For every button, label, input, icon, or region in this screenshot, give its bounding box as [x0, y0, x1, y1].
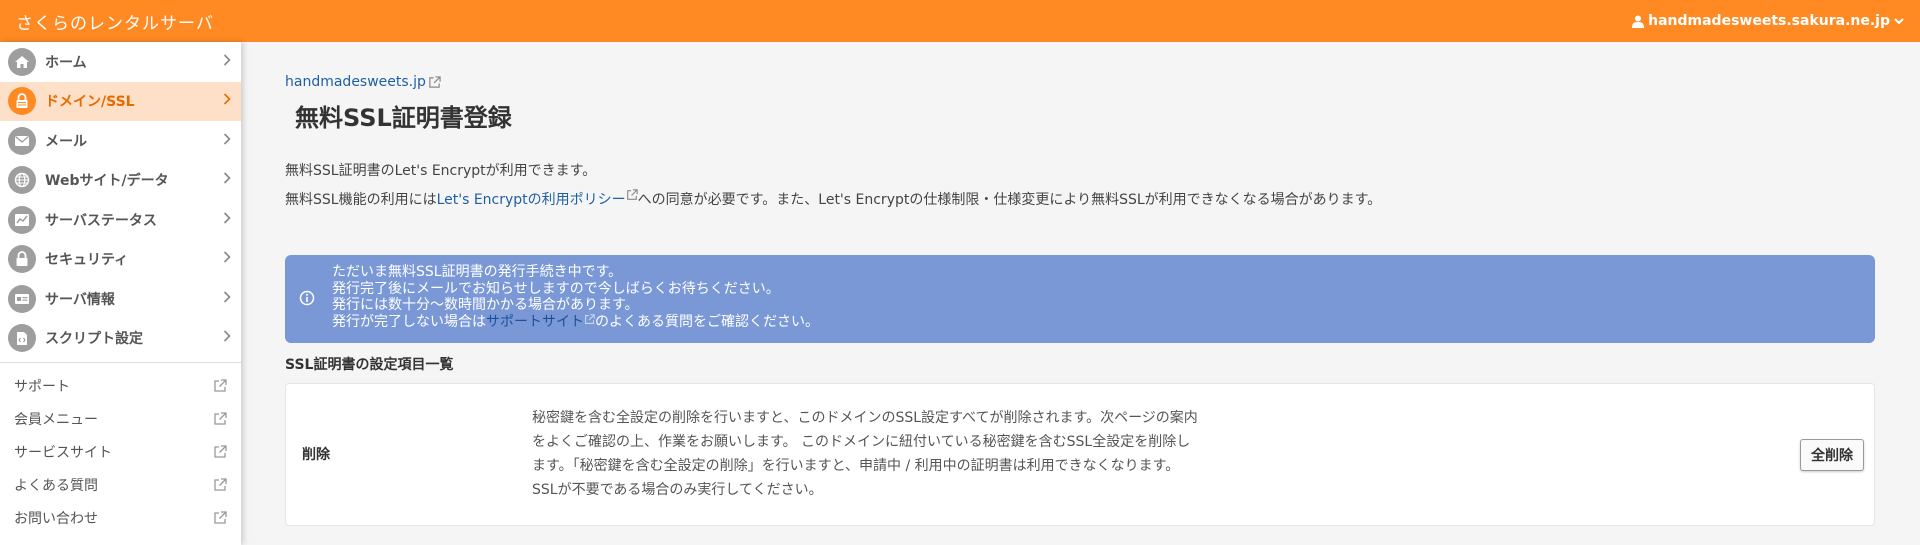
chevron-right-icon: [223, 133, 231, 149]
row-label: 削除: [302, 447, 330, 463]
sidebar-item-mail[interactable]: メール: [0, 121, 241, 161]
domain-link-text: handmadesweets.jp: [285, 74, 426, 90]
sidebar-item-website-data[interactable]: Webサイト/データ: [0, 161, 241, 201]
section-title: SSL証明書の設定項目一覧: [285, 357, 454, 373]
sidebar-item-server-info[interactable]: サーバ情報: [0, 279, 241, 319]
chevron-right-icon: [223, 291, 231, 307]
support-site-link[interactable]: サポートサイト: [486, 314, 584, 330]
sidebar-link-support[interactable]: サポート: [0, 369, 241, 402]
sidebar-item-server-status[interactable]: サーバステータス: [0, 200, 241, 240]
account-name: handmadesweets.sakura.ne.jp: [1648, 13, 1890, 29]
description-line-1: 無料SSL証明書のLet's Encryptが利用できます。: [285, 163, 597, 179]
external-link-icon: [429, 75, 441, 88]
sidebar-item-home[interactable]: ホーム: [0, 42, 241, 82]
policy-link[interactable]: Let's Encryptの利用ポリシー: [437, 192, 626, 208]
chevron-right-icon: [223, 212, 231, 228]
lock-icon: [8, 87, 36, 116]
sidebar-item-label: ドメイン/SSL: [45, 94, 135, 111]
sidebar-item-label: メール: [45, 133, 87, 150]
chevron-right-icon: [223, 330, 231, 346]
notice-line: 発行には数十分〜数時間かかる場合があります。: [332, 297, 639, 313]
notice-text: のよくある質問をご確認ください。: [595, 313, 819, 330]
chevron-right-icon: [223, 172, 231, 188]
sidebar-item-security[interactable]: セキュリティ: [0, 240, 241, 280]
script-icon: [8, 324, 36, 353]
top-header: さくらのレンタルサーバ handmadesweets.sakura.ne.jp: [0, 0, 1920, 42]
description-text: への同意が必要です。また、Let's Encryptの仕様制限・仕様変更により無…: [637, 192, 1382, 208]
external-link-icon: [585, 313, 595, 324]
chevron-down-icon: [1894, 18, 1904, 25]
sidebar-link-label: 会員メニュー: [14, 411, 98, 428]
sidebar-link-label: サービスサイト: [14, 444, 112, 461]
external-link-icon: [214, 411, 227, 425]
info-icon: [299, 290, 315, 306]
chevron-right-icon: [223, 251, 231, 267]
sidebar-item-script-settings[interactable]: スクリプト設定: [0, 319, 241, 359]
sidebar-item-label: セキュリティ: [45, 252, 129, 269]
sidebar-item-domain-ssl[interactable]: ドメイン/SSL: [0, 81, 241, 121]
globe-icon: [8, 166, 36, 195]
chevron-right-icon: [223, 93, 231, 109]
sidebar-link-service-site[interactable]: サービスサイト: [0, 435, 241, 468]
sidebar-link-label: よくある質問: [14, 477, 98, 494]
settings-card: 削除 秘密鍵を含む全設定の削除を行いますと、このドメインのSSL設定すべてが削除…: [285, 383, 1875, 526]
page-title: 無料SSL証明書登録: [295, 104, 512, 132]
sidebar-divider: [0, 362, 241, 363]
user-icon: [1632, 15, 1645, 28]
account-menu[interactable]: handmadesweets.sakura.ne.jp: [1632, 13, 1904, 29]
row-description: 秘密鍵を含む全設定の削除を行いますと、このドメインのSSL設定すべてが削除されま…: [532, 410, 1198, 498]
sidebar-item-label: Webサイト/データ: [45, 173, 169, 190]
mail-icon: [8, 126, 36, 155]
sidebar: ホーム ドメイン/SSL メール Webサイト/データ サーバステータス セキュ: [0, 42, 241, 545]
notice-line: ただいま無料SSL証明書の発行手続き中です。: [332, 264, 623, 280]
description-text: 無料SSL機能の利用には: [285, 192, 437, 208]
external-link-icon: [214, 510, 227, 524]
sidebar-item-label: スクリプト設定: [45, 331, 143, 348]
description-line-2: 無料SSL機能の利用にはLet's Encryptの利用ポリシー への同意が必要で…: [285, 189, 1381, 209]
sidebar-link-label: サポート: [14, 378, 70, 395]
padlock-icon: [8, 245, 36, 274]
sidebar-link-faq[interactable]: よくある質問: [0, 468, 241, 501]
external-link-icon: [214, 378, 227, 392]
chevron-right-icon: [223, 54, 231, 70]
brand-logo[interactable]: さくらのレンタルサーバ: [16, 9, 214, 34]
domain-link[interactable]: handmadesweets.jp: [285, 74, 441, 90]
chart-icon: [8, 205, 36, 234]
notice-line: 発行完了後にメールでお知らせしますので今しばらくお待ちください。: [332, 280, 780, 297]
home-icon: [8, 47, 36, 76]
external-link-icon: [626, 189, 638, 200]
sidebar-item-label: ホーム: [45, 54, 87, 71]
sidebar-item-label: サーバステータス: [45, 212, 157, 229]
sidebar-link-member-menu[interactable]: 会員メニュー: [0, 402, 241, 435]
notice-text: 発行が完了しない場合は: [332, 313, 486, 330]
info-notice: ただいま無料SSL証明書の発行手続き中です。 発行完了後にメールでお知らせします…: [285, 255, 1875, 343]
external-link-icon: [214, 477, 227, 491]
external-link-icon: [214, 444, 227, 458]
sidebar-link-label: お問い合わせ: [14, 510, 98, 527]
sidebar-link-contact[interactable]: お問い合わせ: [0, 501, 241, 534]
notice-line: 発行が完了しない場合はサポートサイト のよくある質問をご確認ください。: [332, 314, 1875, 331]
delete-all-button[interactable]: 全削除: [1800, 439, 1864, 471]
sidebar-item-label: サーバ情報: [45, 291, 115, 308]
server-info-icon: [8, 284, 36, 313]
